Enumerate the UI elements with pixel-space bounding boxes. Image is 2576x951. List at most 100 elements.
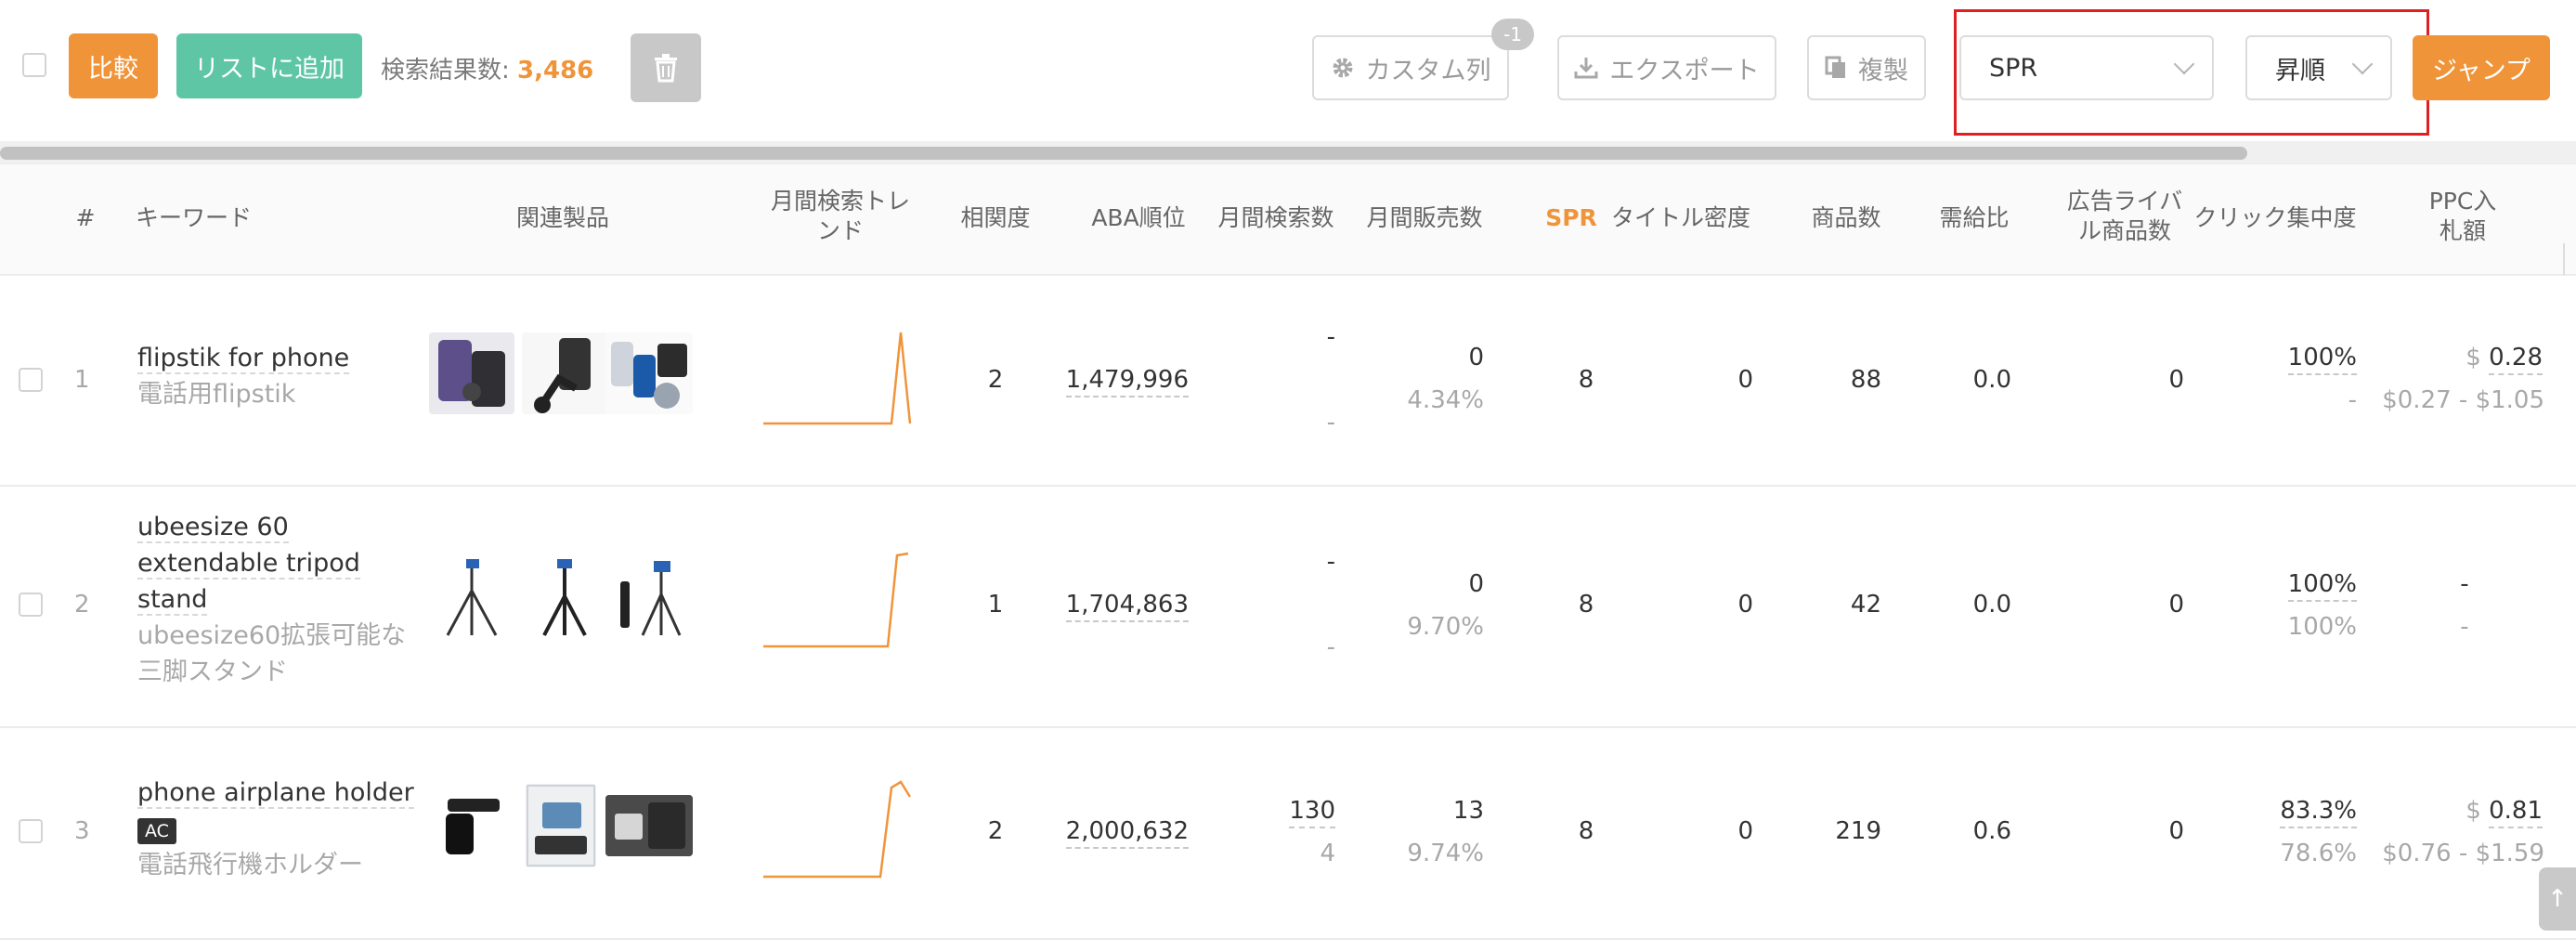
row-checkbox[interactable] xyxy=(19,593,43,617)
ppc-bid-value: $ 0.28 xyxy=(2377,344,2543,375)
table-header: # キーワード 関連製品 月間検索トレンド 相関度 ABA順位 月間検索数 月間… xyxy=(0,163,2576,276)
row-divider xyxy=(0,485,2576,487)
delete-button[interactable] xyxy=(631,33,701,102)
product-thumbnail[interactable] xyxy=(605,554,693,639)
product-image xyxy=(446,799,500,854)
keyword-translation: ubeesize60拡張可能な三脚スタンド xyxy=(137,621,407,686)
custom-columns-badge: -1 xyxy=(1491,19,1534,50)
product-thumbnail[interactable] xyxy=(605,795,693,856)
trend-chart xyxy=(763,332,912,425)
ppc-bid-value: $ 0.81 xyxy=(2377,797,2543,828)
monthly-sales-value: 13 xyxy=(1452,797,1484,825)
aba-rank-value: 1,479,996 xyxy=(1040,366,1189,397)
spr-value: 8 xyxy=(1578,366,1594,394)
product-thumbnail[interactable] xyxy=(429,786,514,867)
product-image xyxy=(446,559,498,636)
export-label: エクスポート xyxy=(1609,56,1760,85)
keyword-cell: ubeesize 60 extendable tripod stand ubee… xyxy=(137,509,407,690)
col-monthly-search-trend: 月間検索トレンド xyxy=(770,188,910,244)
jump-label: ジャンプ xyxy=(2432,56,2530,85)
row-divider xyxy=(0,726,2576,728)
product-thumbnail[interactable] xyxy=(522,332,607,414)
keyword-link[interactable]: ubeesize 60 extendable tripod stand xyxy=(137,513,360,616)
result-count-value: 3,486 xyxy=(517,57,594,85)
relevance-value: 2 xyxy=(987,817,1004,845)
keyword-link[interactable]: flipstik for phone xyxy=(137,344,350,374)
product-thumbnail[interactable] xyxy=(429,332,514,414)
add-to-list-label: リストに追加 xyxy=(194,54,345,84)
product-thumbnail[interactable] xyxy=(522,554,607,639)
product-image xyxy=(534,338,591,413)
click-concentration-value: 83.3% xyxy=(2266,797,2357,828)
spr-value: 8 xyxy=(1578,591,1594,619)
supply-demand-value: 0.0 xyxy=(1972,366,2011,394)
col-ad-competitors[interactable]: 広告ライバル商品数 xyxy=(2058,187,2192,246)
col-monthly-searches[interactable]: 月間検索数 xyxy=(1207,203,1345,233)
col-monthly-sales[interactable]: 月間販売数 xyxy=(1356,203,1493,233)
keyword-translation: 電話飛行機ホルダー xyxy=(137,851,363,879)
search-trend-sparkline xyxy=(761,548,914,656)
relevance-value: 2 xyxy=(987,366,1004,394)
scroll-to-top-button[interactable]: ↑ xyxy=(2539,867,2576,931)
col-click-concentration[interactable]: クリック集中度 xyxy=(2184,203,2366,233)
product-image xyxy=(527,785,595,866)
keyword-link[interactable]: phone airplane holder xyxy=(137,778,414,809)
col-relevance[interactable]: 相関度 xyxy=(947,203,1044,233)
custom-columns-label: カスタム列 xyxy=(1365,56,1491,85)
product-image xyxy=(611,342,687,409)
monthly-searches-value: - xyxy=(1326,548,1335,576)
ppc-bid-range: - xyxy=(2460,613,2469,641)
click-concentration-sub: 100% xyxy=(2287,613,2357,641)
horizontal-scrollbar-thumb[interactable] xyxy=(0,147,2247,160)
trend-chart xyxy=(763,552,909,648)
select-all-checkbox[interactable] xyxy=(22,53,46,77)
right-edge-divider xyxy=(2563,243,2576,275)
row-divider xyxy=(0,938,2576,940)
col-supply-demand[interactable]: 需給比 xyxy=(1926,203,2023,233)
product-image xyxy=(542,559,587,636)
col-ppc-bid[interactable]: PPC入札額 xyxy=(2418,187,2507,246)
export-button[interactable]: エクスポート xyxy=(1557,35,1776,100)
col-product-count[interactable]: 商品数 xyxy=(1798,203,1894,233)
row-checkbox[interactable] xyxy=(19,819,43,843)
product-image xyxy=(438,340,505,407)
copy-button[interactable]: 複製 xyxy=(1807,35,1926,100)
click-concentration-value: 100% xyxy=(2266,570,2357,602)
click-concentration-sub: 78.6% xyxy=(2280,840,2357,867)
compare-button[interactable]: 比較 xyxy=(69,33,158,98)
result-count: 検索結果数: 3,486 xyxy=(381,51,593,85)
monthly-sales-sub: 4.34% xyxy=(1407,386,1484,414)
spr-value: 8 xyxy=(1578,817,1594,845)
product-image xyxy=(605,795,693,856)
ppc-bid-range: $0.76 - $1.59 xyxy=(2382,840,2544,867)
product-thumbnail[interactable] xyxy=(429,554,514,639)
keyword-cell: flipstik for phone 電話用flipstik xyxy=(137,340,379,412)
monthly-searches-value: 130 xyxy=(1244,797,1335,828)
supply-demand-value: 0.6 xyxy=(1972,817,2011,845)
jump-button[interactable]: ジャンプ xyxy=(2413,35,2550,100)
col-spr[interactable]: SPR xyxy=(1542,203,1601,233)
col-title-density[interactable]: タイトル密度 xyxy=(1603,203,1759,233)
search-trend-sparkline xyxy=(761,778,914,886)
product-count-value: 219 xyxy=(1835,817,1881,845)
add-to-list-button[interactable]: リストに追加 xyxy=(176,33,362,98)
monthly-searches-sub: 4 xyxy=(1320,840,1335,867)
ad-competitors-value: 0 xyxy=(2168,817,2184,845)
monthly-searches-value: - xyxy=(1326,323,1335,351)
product-thumbnail[interactable] xyxy=(526,784,596,867)
arrow-up-icon: ↑ xyxy=(2547,885,2568,913)
product-count-value: 42 xyxy=(1850,591,1881,619)
ac-badge: AC xyxy=(137,818,176,844)
monthly-searches-sub: - xyxy=(1326,409,1335,436)
aba-rank-value: 2,000,632 xyxy=(1040,817,1189,849)
click-concentration-value: 100% xyxy=(2266,344,2357,375)
row-index: 1 xyxy=(74,366,90,394)
row-index: 3 xyxy=(74,817,90,845)
custom-columns-button[interactable]: カスタム列 xyxy=(1312,35,1509,100)
col-aba-rank[interactable]: ABA順位 xyxy=(1077,203,1200,233)
relevance-value: 1 xyxy=(987,591,1004,619)
row-checkbox[interactable] xyxy=(19,368,43,392)
col-keyword[interactable]: キーワード xyxy=(136,203,321,233)
gear-icon xyxy=(1333,58,1352,78)
product-thumbnail[interactable] xyxy=(605,332,693,414)
